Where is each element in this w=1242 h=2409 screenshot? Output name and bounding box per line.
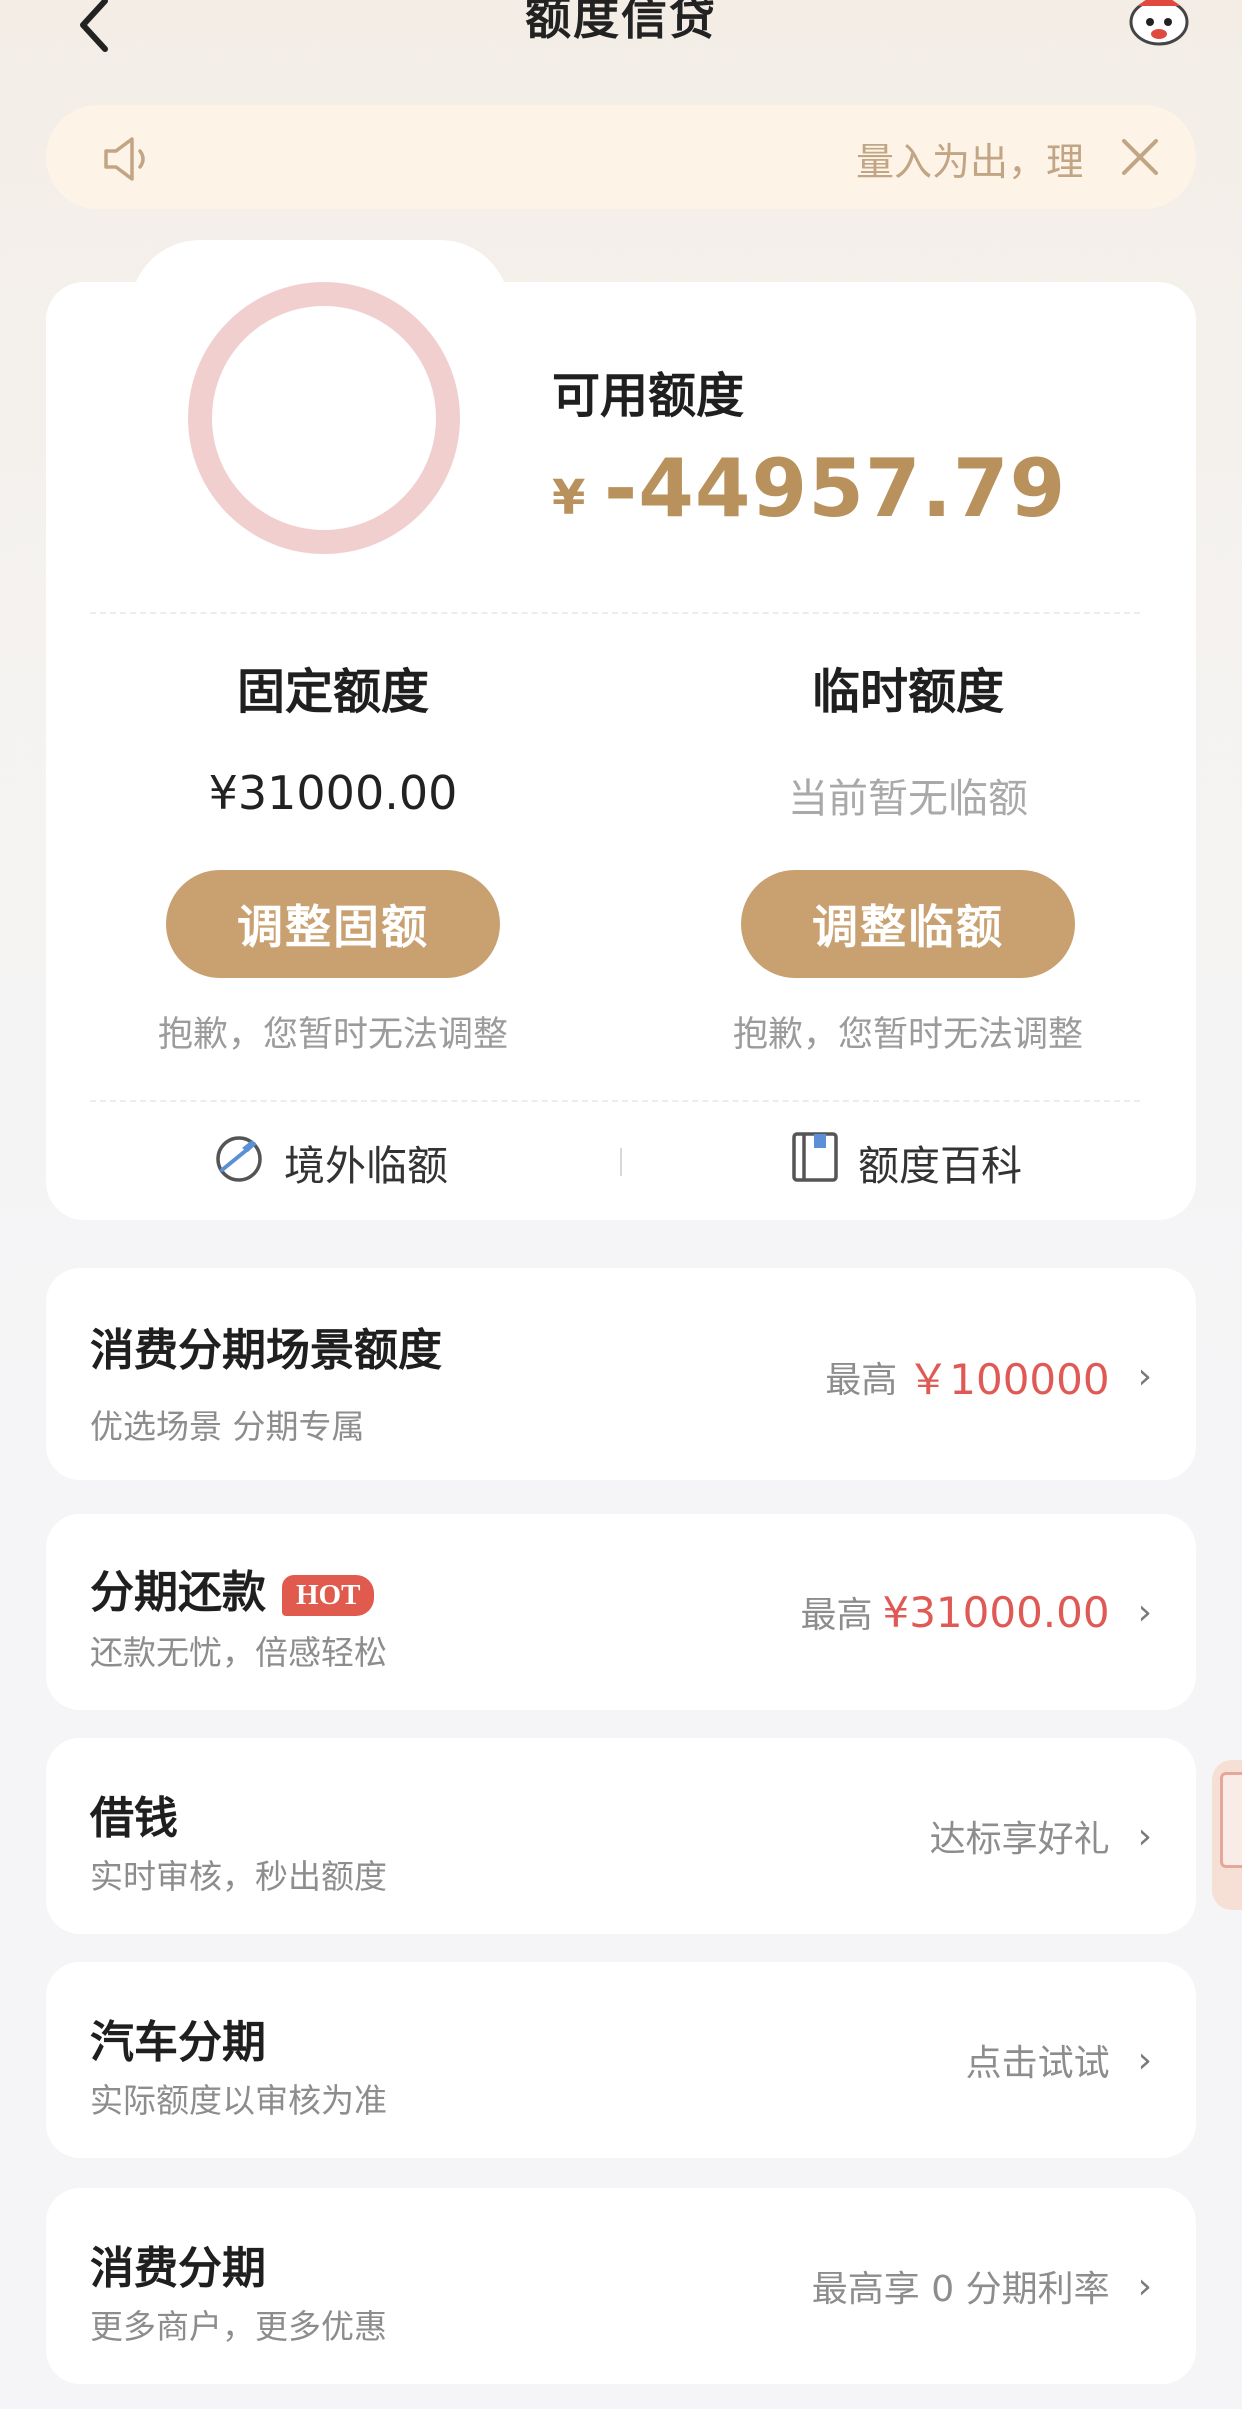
gift-icon [1220,1772,1242,1868]
list-item-right-label: 最高 [825,1359,898,1401]
available-credit-label: 可用额度 [552,368,745,424]
fixed-credit-title: 固定额度 [236,664,429,720]
list-item-title: 消费分期 [90,2243,266,2294]
list-item-right-label: 最高 [800,1595,873,1636]
divider [620,1148,622,1176]
list-item-right-amount: ￥100000 [907,1355,1110,1404]
list-item-right-label: 点击试试 [965,2043,1110,2084]
list-item-subtitle: 还款无忧，倍感轻松 [90,1633,387,1672]
adjust-fixed-credit-button[interactable]: 调整固额 [166,870,500,978]
temporary-credit-title: 临时额度 [811,664,1004,720]
list-item-right-label: 最高享 0 分期利率 [811,2269,1110,2310]
hot-badge: HOT [282,1574,375,1616]
chevron-right-icon: › [1137,2039,1152,2081]
chevron-right-icon: › [1137,1815,1152,1857]
book-icon [790,1130,840,1194]
mascot-avatar-icon[interactable] [1124,0,1194,48]
available-credit-value: -44957.79 [604,442,1067,535]
list-item-consumer-installment[interactable]: 消费分期 更多商户，更多优惠 最高享 0 分期利率 › [46,2188,1196,2384]
list-item-subtitle: 实时审核，秒出额度 [90,1857,387,1896]
list-item-subtitle: 实际额度以审核为准 [90,2081,387,2120]
divider [90,1100,1140,1102]
chevron-right-icon: › [1137,1356,1152,1397]
page-title: 额度信贷 [525,0,717,45]
list-item-title: 分期还款 [90,1567,266,1618]
list-item-right-amount: ¥31000.00 [882,1587,1110,1637]
close-icon[interactable] [1116,133,1164,181]
list-item-car-installment[interactable]: 汽车分期 实际额度以审核为准 点击试试 › [46,1962,1196,2158]
fixed-credit-note: 抱歉，您暂时无法调整 [157,1015,508,1055]
credit-wiki-link[interactable]: 额度百科 [790,1130,1022,1194]
airplane-globe-icon [212,1130,266,1194]
list-item-borrow-money[interactable]: 借钱 实时审核，秒出额度 达标享好礼 › [46,1738,1196,1934]
speaker-icon [100,135,156,187]
list-item-subtitle: 更多商户，更多优惠 [90,2307,387,2346]
notice-text: 量入为出，理 [856,140,1082,184]
chevron-right-icon: › [1137,1591,1152,1633]
chevron-right-icon: › [1137,2265,1152,2307]
list-item-consumer-installment-scene[interactable]: 消费分期场景额度 优选场景 分期专属 最高 ￥100000 › [46,1268,1196,1480]
list-item-title: 汽车分期 [90,2017,266,2068]
adjust-temporary-credit-button[interactable]: 调整临额 [741,870,1075,978]
fixed-credit-value: ¥31000.00 [208,766,458,820]
overseas-temp-credit-label: 境外临额 [284,1142,448,1190]
list-item-title-row: 分期还款 HOT [90,1556,375,1620]
list-item-right-label: 达标享好礼 [929,1819,1110,1860]
temporary-credit-value: 当前暂无临额 [788,776,1028,822]
divider [90,612,1140,614]
list-item-title: 消费分期场景额度 [90,1325,442,1376]
temporary-credit-note: 抱歉，您暂时无法调整 [732,1015,1083,1055]
list-item-title: 借钱 [90,1793,178,1844]
available-credit-currency: ¥ [552,470,586,526]
credit-wiki-label: 额度百科 [858,1142,1022,1190]
list-item-installment-repayment[interactable]: 分期还款 HOT 还款无忧，倍感轻松 最高 ¥31000.00 › [46,1514,1196,1710]
credit-ring-chart [188,282,460,554]
notice-bar[interactable]: 量入为出，理 [46,105,1196,209]
overseas-temp-credit-link[interactable]: 境外临额 [212,1130,448,1194]
list-item-subtitle: 优选场景 分期专属 [90,1407,365,1446]
